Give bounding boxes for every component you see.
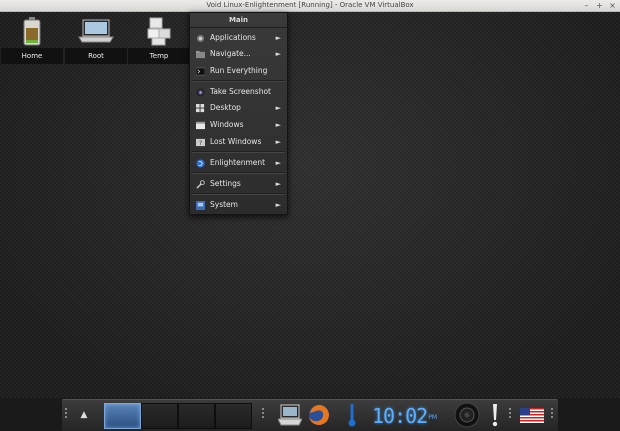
menu-separator — [192, 151, 285, 153]
submenu-arrow-icon: ► — [275, 201, 281, 209]
menu-item-system[interactable]: System ► — [190, 197, 287, 213]
window-title: Void Linux-Enlightenment [Running] - Ora… — [206, 1, 414, 9]
submenu-arrow-icon: ► — [275, 34, 281, 42]
bottom-shelf: ▲ 10:02 PM — [62, 399, 558, 431]
submenu-arrow-icon: ► — [275, 104, 281, 112]
shelf-separator — [262, 408, 265, 422]
submenu-arrow-icon: ► — [275, 138, 281, 146]
maximize-button[interactable]: + — [596, 0, 603, 11]
menu-title: Main — [190, 13, 287, 28]
notification-icon[interactable] — [490, 403, 500, 428]
windows-icon — [196, 121, 205, 130]
applications-icon — [196, 34, 205, 43]
menu-item-label: Desktop — [210, 103, 241, 112]
wrench-icon — [196, 180, 205, 189]
window-titlebar[interactable]: Void Linux-Enlightenment [Running] - Ora… — [0, 0, 620, 12]
menu-item-label: Run Everything — [210, 66, 268, 75]
pager-desk-1[interactable] — [104, 403, 141, 429]
start-button[interactable]: ▲ — [74, 405, 94, 425]
pager-desk-4[interactable] — [215, 403, 252, 429]
svg-text:?: ? — [199, 140, 202, 147]
submenu-arrow-icon: ► — [275, 159, 281, 167]
laptop-icon — [78, 19, 114, 43]
menu-item-label: Windows — [210, 120, 244, 129]
minimize-button[interactable]: – — [583, 0, 590, 11]
menu-item-lost-windows[interactable]: ? Lost Windows ► — [190, 134, 287, 150]
menu-separator — [192, 80, 285, 82]
temp-boxes-icon — [147, 17, 171, 46]
home-battery-icon — [23, 17, 41, 46]
pager-desk-2[interactable] — [141, 403, 178, 429]
terminal-icon — [196, 67, 205, 76]
desktop-icon-temp[interactable]: Temp — [128, 12, 190, 64]
enlightenment-icon — [196, 159, 205, 168]
menu-item-label: System — [210, 200, 238, 209]
menu-item-label: Lost Windows — [210, 137, 262, 146]
desktop-icon-home[interactable]: Home — [1, 12, 63, 64]
close-button[interactable]: × — [609, 0, 616, 11]
speaker-icon[interactable] — [454, 402, 480, 428]
desktop-icon-label: Root — [65, 48, 127, 64]
main-menu: Main Applications ► Navigate... ► Run Ev… — [189, 12, 288, 215]
menu-item-applications[interactable]: Applications ► — [190, 30, 287, 46]
menu-separator — [192, 172, 285, 174]
digital-clock[interactable]: 10:02 PM — [372, 402, 437, 428]
menu-separator — [192, 193, 285, 195]
menu-item-label: Take Screenshot — [210, 87, 271, 96]
shelf-grip-right[interactable] — [551, 408, 554, 422]
shelf-grip-left[interactable] — [65, 408, 68, 422]
menu-item-run-everything[interactable]: Run Everything — [190, 63, 287, 79]
menu-item-label: Navigate... — [210, 49, 251, 58]
clock-time: 10:02 — [372, 404, 428, 428]
desktop-icon-label: Home — [1, 48, 63, 64]
camera-icon — [196, 88, 205, 97]
desktop-grid-icon — [196, 104, 205, 113]
menu-item-windows[interactable]: Windows ► — [190, 117, 287, 133]
thermometer-icon[interactable] — [347, 403, 357, 428]
firefox-icon[interactable] — [307, 403, 331, 427]
submenu-arrow-icon: ► — [275, 50, 281, 58]
desktop-icon-root[interactable]: Root — [65, 12, 127, 64]
submenu-arrow-icon: ► — [275, 121, 281, 129]
folder-icon — [196, 50, 205, 59]
lost-windows-icon: ? — [196, 138, 205, 147]
desktop-icon-label: Temp — [128, 48, 190, 64]
menu-item-take-screenshot[interactable]: Take Screenshot — [190, 84, 287, 100]
clock-ampm: PM — [428, 414, 438, 421]
file-manager-icon[interactable] — [278, 404, 302, 426]
desktop-background[interactable] — [0, 12, 620, 398]
menu-item-label: Settings — [210, 179, 241, 188]
shelf-separator — [509, 408, 512, 422]
system-icon — [196, 201, 205, 210]
pager-desk-3[interactable] — [178, 403, 215, 429]
us-flag-keyboard-layout-icon[interactable] — [520, 408, 544, 423]
menu-item-label: Applications — [210, 33, 256, 42]
menu-item-label: Enlightenment — [210, 158, 266, 167]
menu-item-settings[interactable]: Settings ► — [190, 176, 287, 192]
menu-item-enlightenment[interactable]: Enlightenment ► — [190, 155, 287, 171]
menu-item-navigate[interactable]: Navigate... ► — [190, 46, 287, 62]
submenu-arrow-icon: ► — [275, 180, 281, 188]
chevron-up-icon: ▲ — [80, 410, 88, 420]
menu-item-desktop[interactable]: Desktop ► — [190, 100, 287, 116]
